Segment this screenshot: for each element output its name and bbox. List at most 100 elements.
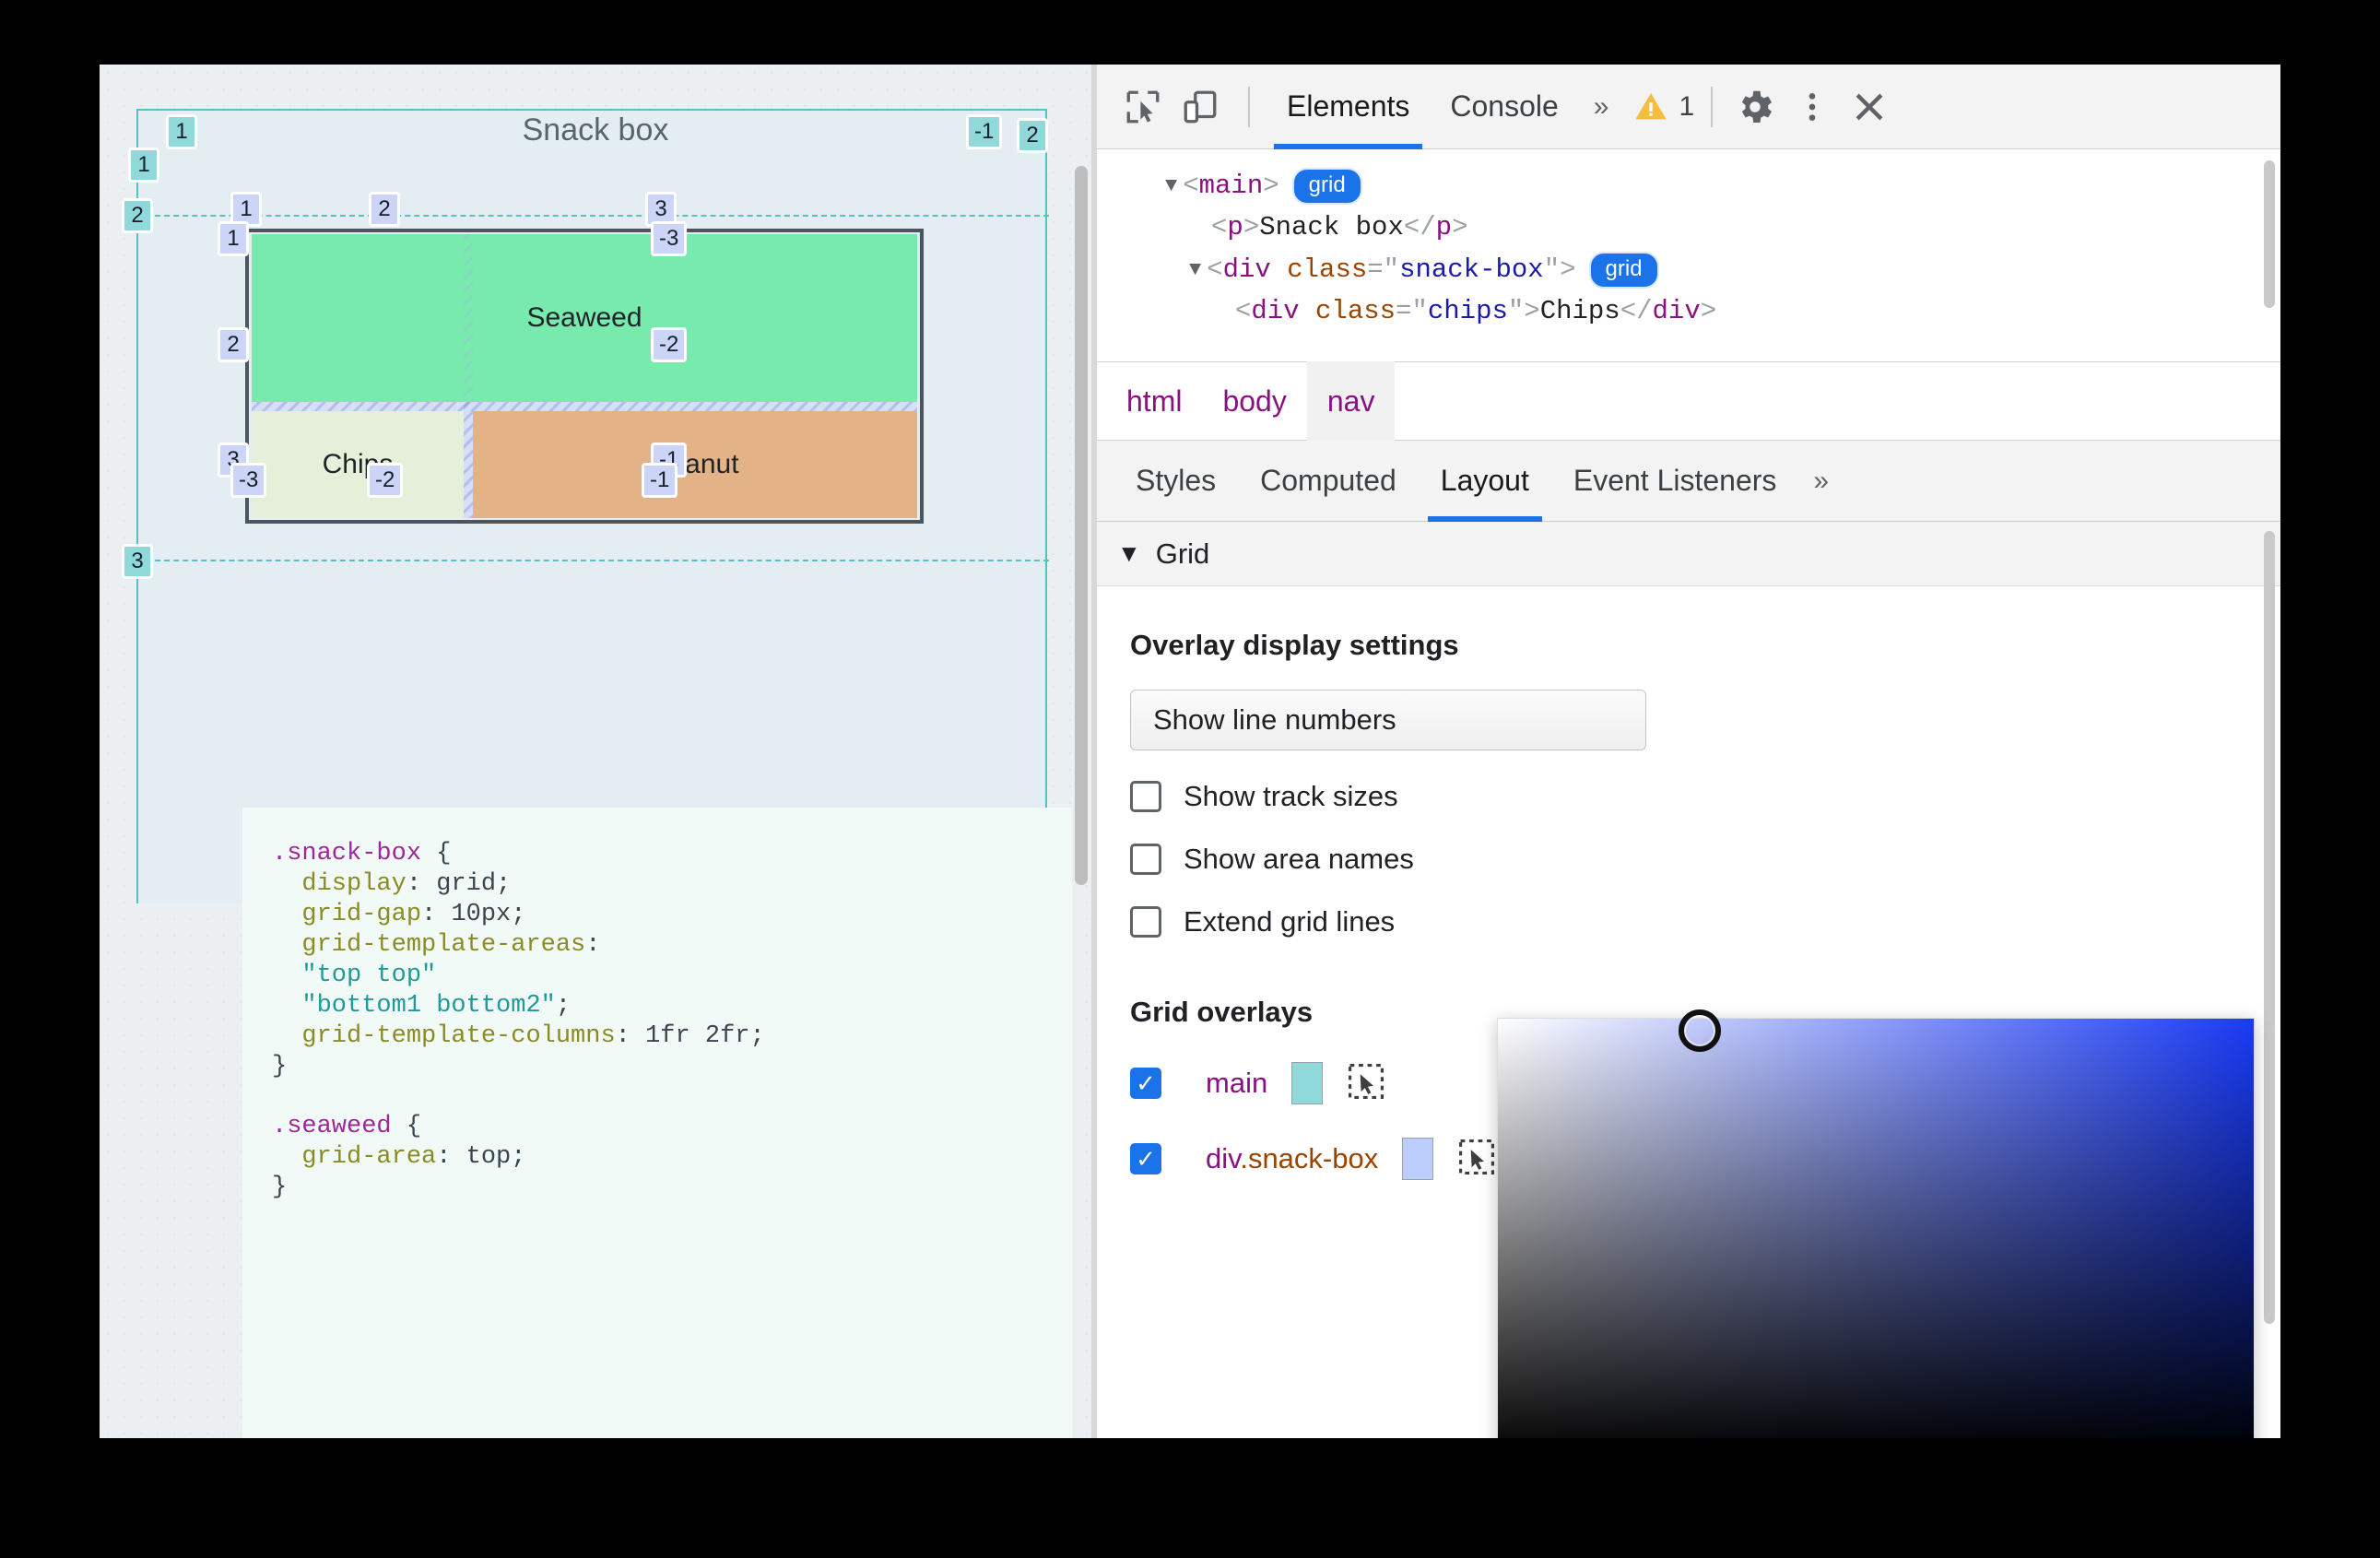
tab-layout[interactable]: Layout: [1419, 441, 1551, 522]
saturation-value-cursor[interactable]: [1679, 1009, 1721, 1052]
css-prop-gridtemplateareas: grid-template-areas: [301, 930, 586, 959]
main-grid-badge-col-2: 2: [1017, 118, 1048, 153]
dom-attr-class: class: [1287, 254, 1368, 285]
expand-arrow-icon[interactable]: ▼: [1165, 174, 1177, 198]
grid-section-title: Grid: [1155, 537, 1210, 570]
line-numbers-select-wrap: Show line numbers: [1130, 690, 2280, 750]
grid-gap-hatch-row: [252, 402, 917, 411]
dom-tag-main: main: [1198, 171, 1264, 202]
tab-elements[interactable]: Elements: [1267, 65, 1430, 149]
checkbox-show-area-names[interactable]: [1130, 844, 1161, 875]
checkbox-show-track-sizes[interactable]: [1130, 781, 1161, 812]
sidebar-tabs: Styles Computed Layout Event Listeners »: [1097, 441, 2280, 522]
overlay-color-swatch-snackbox[interactable]: [1402, 1138, 1434, 1180]
tab-styles[interactable]: Styles: [1113, 441, 1238, 522]
overlay-class-snackbox: .snack-box: [1240, 1142, 1379, 1174]
checkbox-row-show-track-sizes[interactable]: Show track sizes: [1130, 780, 2280, 813]
css-prop-gridgap: grid-gap: [301, 900, 422, 928]
expand-arrow-icon[interactable]: ▼: [1189, 258, 1201, 282]
breadcrumb-item-body[interactable]: body: [1202, 361, 1306, 441]
css-value-gridtemplatecolumns: 1fr 2fr: [645, 1021, 750, 1050]
dom-tree[interactable]: ▼ < main > grid < p > Snack box </p > ▼ < div cl…: [1097, 149, 2280, 361]
css-code-block: .snack-box { display: grid; grid-gap: 10…: [242, 808, 1072, 1438]
page-title: Snack box: [522, 112, 669, 148]
css-prop-gridtemplatecolumns: grid-template-columns: [301, 1021, 616, 1050]
css-value-area-row1: "top top": [301, 961, 437, 989]
more-sidebar-tabs-chevron-icon[interactable]: »: [1798, 466, 1844, 497]
warning-triangle-icon: [1635, 92, 1667, 119]
saturation-value-area[interactable]: [1498, 1009, 2254, 1438]
collapse-triangle-icon[interactable]: ▼: [1117, 539, 1141, 568]
checkbox-extend-grid-lines[interactable]: [1130, 906, 1161, 938]
snackbox-badge-col--1: -1: [642, 463, 678, 498]
snackbox-badge-col--2: -2: [367, 463, 404, 498]
main-grid-badge-row-3: 3: [122, 544, 153, 579]
tab-computed[interactable]: Computed: [1238, 441, 1419, 522]
warning-indicator[interactable]: 1: [1632, 89, 1694, 125]
snackbox-gridline-right: [920, 229, 924, 524]
breadcrumb: html body nav: [1097, 361, 2280, 441]
close-icon[interactable]: [1844, 81, 1895, 133]
three-dots-icon[interactable]: [1786, 81, 1838, 133]
dom-tree-scrollbar[interactable]: [2264, 160, 2275, 308]
breadcrumb-item-html[interactable]: html: [1106, 361, 1202, 441]
dom-closetag-div-chips: div: [1652, 295, 1701, 326]
css-value-area-row2: "bottom1 bottom2": [301, 991, 556, 1020]
dom-text-snackbox: Snack box: [1259, 212, 1404, 243]
toolbar-divider-2: [1711, 86, 1714, 127]
dom-node-p[interactable]: < p > Snack box </p >: [1097, 208, 2280, 247]
dom-attrvalue-chips: chips: [1427, 295, 1508, 326]
tab-event-listeners[interactable]: Event Listeners: [1551, 441, 1799, 522]
more-tabs-chevron-icon[interactable]: »: [1579, 91, 1624, 123]
grid-cell-peanut: Peanut: [473, 411, 917, 518]
color-picker-popup[interactable]: 188 R 206 G 251 B: [1497, 1009, 2255, 1438]
dom-node-snackbox[interactable]: ▼ < div class =" snack-box "> grid: [1097, 248, 2280, 292]
checkbox-overlay-snackbox[interactable]: ✓: [1130, 1143, 1161, 1174]
devtools-toolbar: Elements Console » 1: [1097, 65, 2280, 149]
page-scrollbar[interactable]: [1075, 166, 1088, 885]
dom-node-chips[interactable]: < div class =" chips "> Chips </div >: [1097, 292, 2280, 331]
show-line-numbers-select[interactable]: Show line numbers: [1130, 690, 1646, 750]
devtools-window: Snack box Seaweed Chips Peanut 1 1 -1 2 …: [100, 65, 2280, 1438]
breadcrumb-item-nav[interactable]: nav: [1306, 361, 1396, 441]
dom-tag-div: div: [1222, 254, 1271, 285]
overlay-tag-main: main: [1206, 1067, 1268, 1099]
dom-tag-div-chips: div: [1251, 295, 1300, 326]
css-value-display: grid: [436, 869, 497, 898]
layout-pane: ▼ Grid Overlay display settings Show lin…: [1097, 522, 2280, 1438]
dom-node-main[interactable]: ▼ < main > grid: [1097, 164, 2280, 208]
checkbox-overlay-main[interactable]: ✓: [1130, 1068, 1161, 1099]
checkbox-row-show-area-names[interactable]: Show area names: [1130, 843, 2280, 876]
warning-count: 1: [1679, 90, 1695, 122]
css-prop-display: display: [301, 869, 406, 898]
layout-pane-scrollbar[interactable]: [2264, 531, 2275, 1324]
snack-box-grid: Seaweed Chips Peanut: [252, 234, 917, 518]
devtools-panel: Elements Console » 1 ▼ < main > grid < p…: [1097, 65, 2280, 1438]
main-grid-rowline-2: [136, 215, 1049, 217]
overlay-color-swatch-main[interactable]: [1291, 1062, 1324, 1104]
overlay-tag-snackbox: div: [1206, 1142, 1241, 1174]
grid-badge-snackbox[interactable]: grid: [1588, 251, 1659, 289]
snackbox-badge-row--2: -2: [651, 327, 688, 362]
main-grid-badge-col--1: -1: [966, 114, 1003, 149]
overlay-display-settings-title: Overlay display settings: [1130, 629, 1459, 661]
main-grid-badge-col-1: 1: [166, 114, 197, 149]
snackbox-badge-row-1: 1: [218, 221, 249, 256]
overlay-select-element-icon-main[interactable]: [1349, 1063, 1384, 1104]
grid-section-header[interactable]: ▼ Grid: [1097, 522, 2280, 586]
grid-gap-hatch-col: [464, 402, 473, 518]
label-show-track-sizes: Show track sizes: [1184, 780, 1398, 812]
overlay-select-element-icon-snackbox[interactable]: [1459, 1139, 1495, 1179]
css-selector-seaweed: .seaweed: [272, 1113, 392, 1141]
device-toolbar-icon[interactable]: [1174, 81, 1226, 133]
tab-console[interactable]: Console: [1430, 65, 1578, 149]
inspect-cursor-icon[interactable]: [1117, 81, 1169, 133]
checkbox-row-extend-grid-lines[interactable]: Extend grid lines: [1130, 905, 2280, 938]
gear-icon[interactable]: [1729, 81, 1781, 133]
grid-badge-main[interactable]: grid: [1291, 168, 1362, 206]
snackbox-gridline-top: [245, 229, 924, 232]
label-show-area-names: Show area names: [1184, 843, 1414, 875]
dom-attrvalue-snackbox: snack-box: [1399, 254, 1544, 285]
dom-closetag-p: p: [1435, 212, 1453, 243]
snackbox-gridline-bottom: [245, 520, 924, 524]
